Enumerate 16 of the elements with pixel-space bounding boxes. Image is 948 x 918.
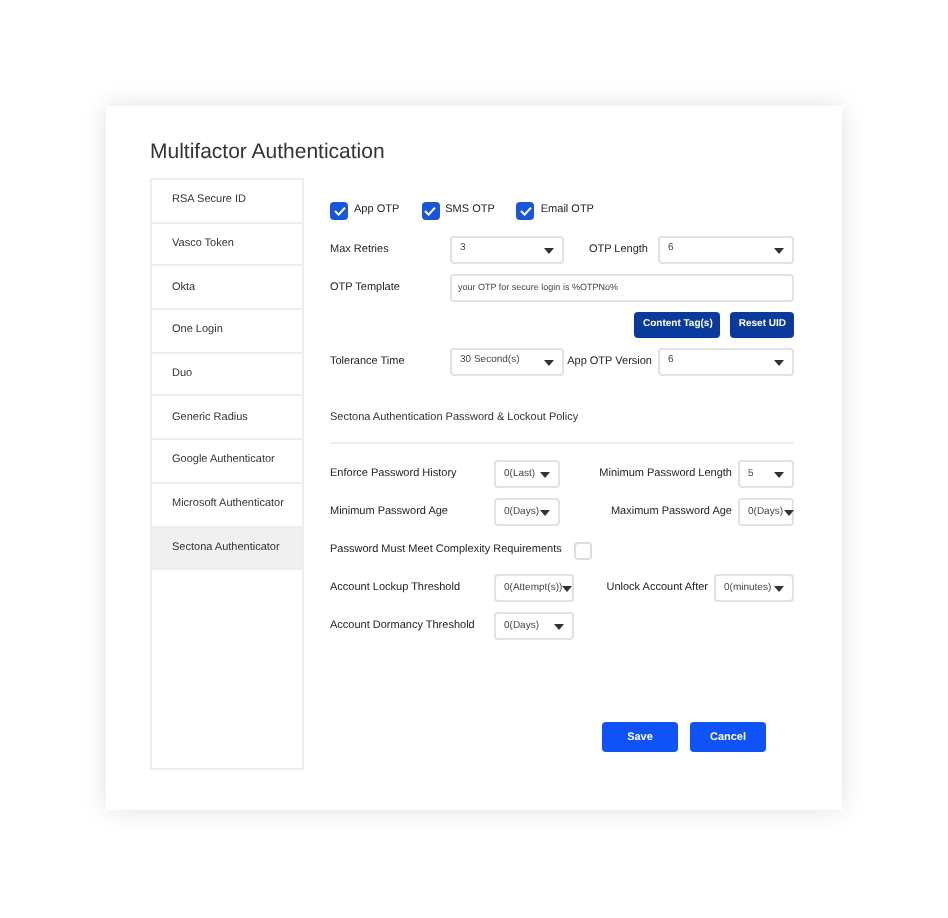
checkbox[interactable] <box>421 201 440 219</box>
caret-icon <box>540 509 550 516</box>
caret-icon <box>562 585 573 592</box>
checkbox[interactable] <box>573 541 592 560</box>
caret-icon <box>554 623 564 630</box>
caret-icon <box>544 247 554 253</box>
caret-icon <box>544 359 554 365</box>
checkbox[interactable] <box>516 201 535 219</box>
checkbox[interactable] <box>330 201 348 219</box>
caret-icon <box>783 509 794 516</box>
caret-icon <box>774 585 784 592</box>
caret-icon <box>774 359 784 365</box>
caret-icon <box>540 471 550 478</box>
page-title: Multifactor Authentication <box>150 138 387 168</box>
caret-icon <box>774 471 784 478</box>
caret-icon <box>774 247 784 253</box>
